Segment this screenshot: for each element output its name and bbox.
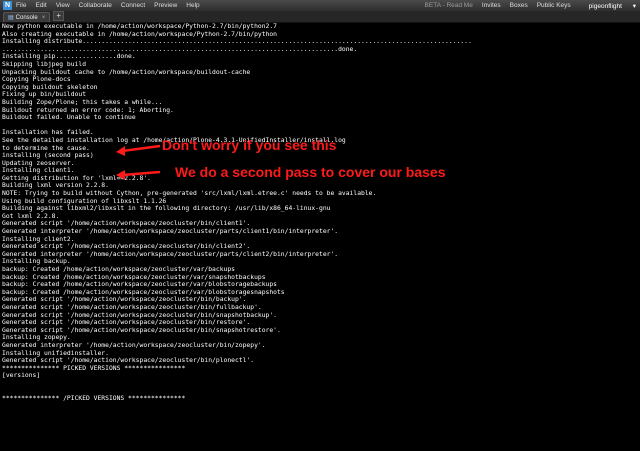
user-name: pigeonflight xyxy=(588,2,622,10)
console-line: Generated script '/home/action/workspace… xyxy=(2,357,255,365)
console-line: installing (second pass) xyxy=(2,152,94,160)
menu-edit[interactable]: Edit xyxy=(35,2,46,9)
console-line: Building against libxml2/libxslt in the … xyxy=(2,205,331,213)
console-line: Generated script '/home/action/workspace… xyxy=(2,296,247,304)
arrowhead-icon-second xyxy=(116,170,125,180)
menu-right-group: BETA - Read Me Invites Boxes Public Keys… xyxy=(416,2,636,10)
console-line: Installing distribute...................… xyxy=(2,38,472,46)
console-line: *************** PICKED VERSIONS ********… xyxy=(2,364,186,372)
console-icon: ▤ xyxy=(8,15,14,21)
console-output[interactable]: New python executable in /home/action/wo… xyxy=(2,23,636,451)
console-line: New python executable in /home/action/wo… xyxy=(2,23,277,30)
menu-view[interactable]: View xyxy=(56,2,70,9)
menu-bar: N File Edit View Collaborate Connect Pre… xyxy=(0,0,640,11)
menu-help[interactable]: Help xyxy=(186,2,199,9)
arrow-icon-first xyxy=(121,144,161,153)
console-line: Generated script '/home/action/workspace… xyxy=(2,243,251,251)
console-line: Unpacking buildout cache to /home/action… xyxy=(2,68,251,76)
console-line: Generated interpreter '/home/action/work… xyxy=(2,250,339,258)
invites-link[interactable]: Invites xyxy=(482,2,501,9)
console-line: ........................................… xyxy=(2,45,358,53)
console-line: Buildout returned an error code: 1; Abor… xyxy=(2,106,174,114)
console-line: NOTE: Trying to build without Cython, pr… xyxy=(2,190,377,198)
annotation-arrows xyxy=(116,144,161,180)
console-line: Installation has failed. xyxy=(2,129,94,137)
console-line: Building Zope/Plone; this takes a while.… xyxy=(2,98,163,106)
console-line: Copying buildout skeleton xyxy=(2,83,98,91)
tab-bar: ▤ Console × + xyxy=(0,11,640,23)
arrow-icon-second xyxy=(121,170,161,177)
console-line: Installing client2. xyxy=(2,235,75,243)
menu-preview[interactable]: Preview xyxy=(154,2,177,9)
console-line: Got lxml 2.2.8. xyxy=(2,212,60,220)
console-line: Generated interpreter '/home/action/work… xyxy=(2,341,266,349)
menu-collaborate[interactable]: Collaborate xyxy=(79,2,112,9)
user-menu[interactable]: pigeonflight ▾ xyxy=(580,2,636,10)
boxes-link[interactable]: Boxes xyxy=(510,2,528,9)
console-line: Generated script '/home/action/workspace… xyxy=(2,220,251,228)
console-line: Building lxml version 2.2.8. xyxy=(2,182,109,190)
arrowhead-icon-first xyxy=(116,146,125,156)
console-line: Generated script '/home/action/workspace… xyxy=(2,326,281,334)
console-line: backup: Created /home/action/workspace/z… xyxy=(2,266,235,273)
annotation-second: We do a second pass to cover our bases xyxy=(175,164,446,180)
menu-file[interactable]: File xyxy=(16,2,26,9)
console-line: [versions] xyxy=(2,372,41,380)
console-line: backup: Created /home/action/workspace/z… xyxy=(2,288,285,296)
console-line: backup: Created /home/action/workspace/z… xyxy=(2,281,277,289)
console-line: Using build configuration of libxslt 1.1… xyxy=(2,197,167,205)
menu-connect[interactable]: Connect xyxy=(121,2,145,9)
console-line: Generated script '/home/action/workspace… xyxy=(2,303,262,311)
chevron-down-icon: ▾ xyxy=(632,2,636,10)
add-tab-button[interactable]: + xyxy=(53,11,65,21)
annotation-first: Don't worry if you see this xyxy=(162,137,337,153)
console-line: Buildout failed. Unable to continue xyxy=(2,114,136,122)
console-line: Copying Plone-docs xyxy=(2,76,71,84)
console-line: Generated script '/home/action/workspace… xyxy=(2,311,277,319)
console-line: Fixing up bin/buildout xyxy=(2,91,87,99)
close-icon[interactable]: × xyxy=(42,15,46,21)
console-line: Installing backup. xyxy=(2,258,71,266)
console-line: Installing pip................done. xyxy=(2,53,136,61)
console-line: Also creating executable in /home/action… xyxy=(2,30,277,38)
console-line: *************** /PICKED VERSIONS *******… xyxy=(2,395,186,403)
console-line: Installing unifiedinstaller. xyxy=(2,349,109,357)
public-keys-link[interactable]: Public Keys xyxy=(537,2,571,9)
console-line: Generated script '/home/action/workspace… xyxy=(2,319,251,327)
console-line: Generated interpreter '/home/action/work… xyxy=(2,228,339,236)
console-line: Installing zopepy. xyxy=(2,334,71,342)
beta-readme-link[interactable]: BETA - Read Me xyxy=(425,2,473,9)
console-line: Skipping libjpeg build xyxy=(2,60,87,68)
console-line: backup: Created /home/action/workspace/z… xyxy=(2,273,266,281)
nitrous-logo-icon[interactable]: N xyxy=(3,1,12,10)
tab-console-label: Console xyxy=(15,14,38,21)
tab-console[interactable]: ▤ Console × xyxy=(3,12,51,22)
